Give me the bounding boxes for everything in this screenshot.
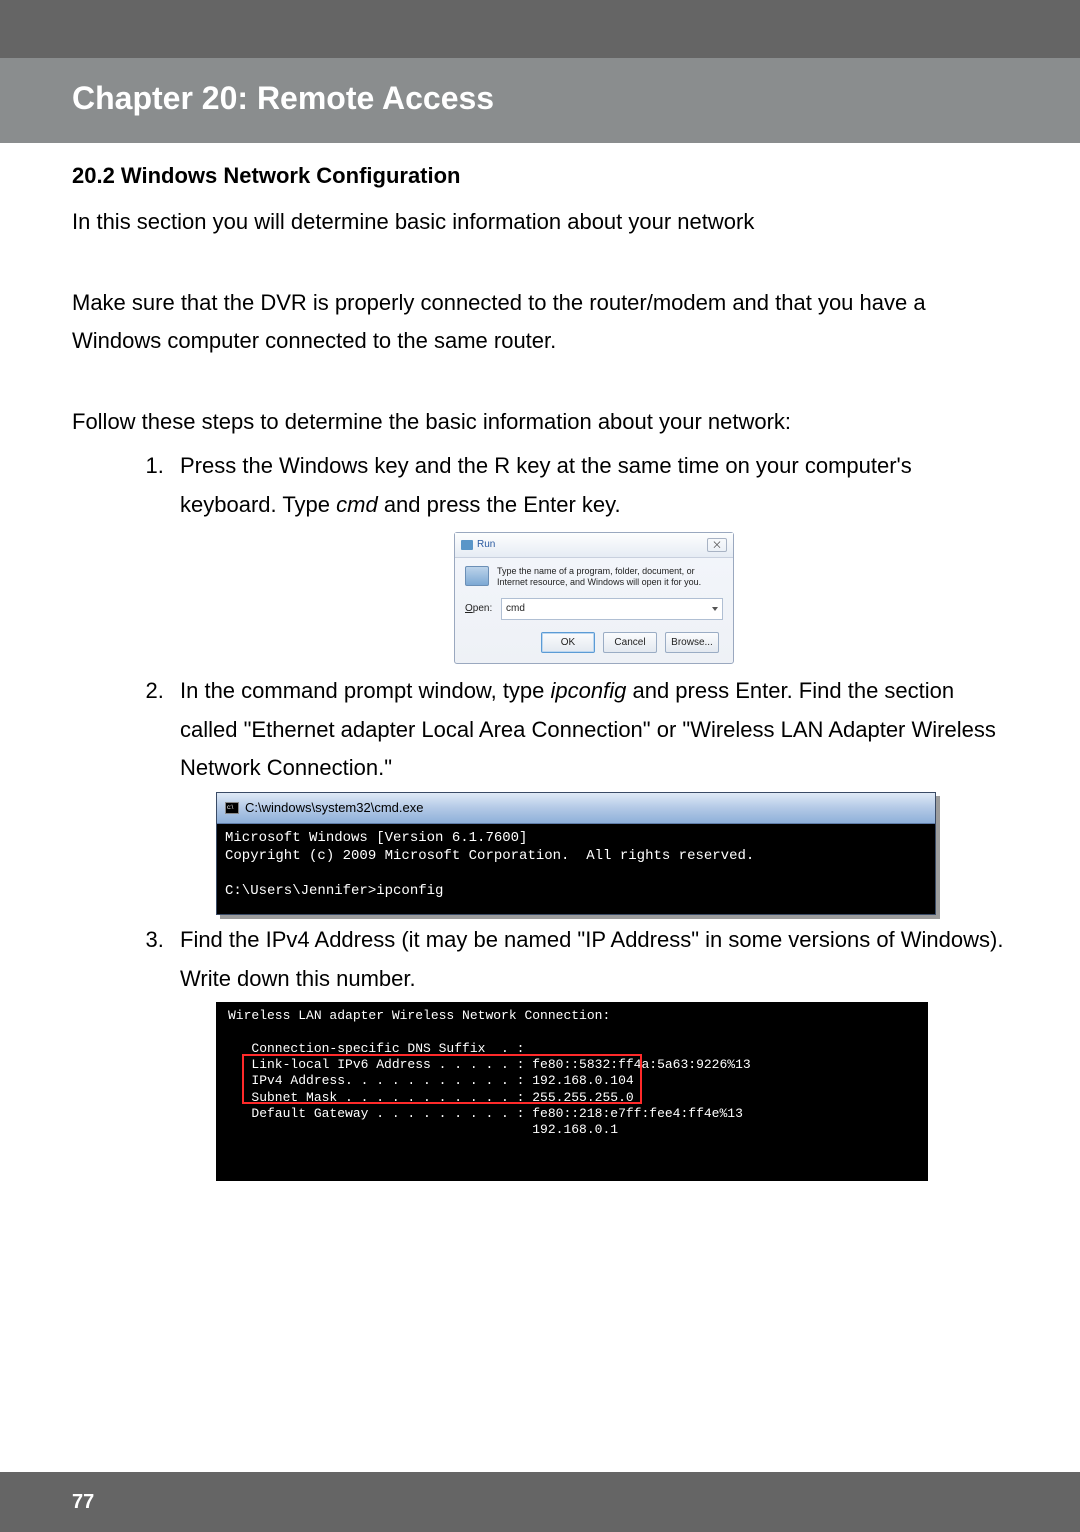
run-titlebar: Run ⨉ xyxy=(455,533,733,558)
intro-paragraph: In this section you will determine basic… xyxy=(72,203,1008,242)
cmd-title-text: C:\windows\system32\cmd.exe xyxy=(245,797,423,820)
open-label: Open: xyxy=(465,600,495,618)
chevron-down-icon xyxy=(712,607,718,611)
cmd2-gw1: Default Gateway . . . . . . . . . : fe80… xyxy=(228,1106,743,1121)
step-3: Find the IPv4 Address (it may be named "… xyxy=(170,921,1008,1181)
ok-button[interactable]: OK xyxy=(541,632,595,654)
step-2-text-a: In the command prompt window, type xyxy=(180,678,551,703)
run-title-icon xyxy=(461,540,473,550)
run-body: Type the name of a program, folder, docu… xyxy=(455,558,733,664)
run-title: Run xyxy=(477,536,707,554)
cmd2-header: Wireless LAN adapter Wireless Network Co… xyxy=(228,1008,610,1023)
chapter-header: Chapter 20: Remote Access xyxy=(0,58,1080,143)
footer-bar: 77 xyxy=(0,1472,1080,1532)
steps-list: Press the Windows key and the R key at t… xyxy=(72,447,1008,1181)
cmd2-dns: Connection-specific DNS Suffix . : xyxy=(228,1041,524,1056)
cmd-window-2: Wireless LAN adapter Wireless Network Co… xyxy=(216,1002,928,1181)
cmd1-line1: Microsoft Windows [Version 6.1.7600] xyxy=(225,830,527,846)
step-3-text: Find the IPv4 Address (it may be named "… xyxy=(180,927,1003,991)
cmd1-line3: C:\Users\Jennifer>ipconfig xyxy=(225,883,443,899)
step-1: Press the Windows key and the R key at t… xyxy=(170,447,1008,664)
run-dialog: Run ⨉ Type the name of a program, folder… xyxy=(454,532,734,664)
cmd2-ipv4: IPv4 Address. . . . . . . . . . . : 192.… xyxy=(228,1073,634,1088)
cancel-button[interactable]: Cancel xyxy=(603,632,657,654)
open-combobox[interactable]: cmd xyxy=(501,598,723,620)
cmd-window-1: C:\windows\system32\cmd.exe Microsoft Wi… xyxy=(216,792,936,916)
step-2: In the command prompt window, type ipcon… xyxy=(170,672,1008,915)
open-value: cmd xyxy=(506,600,525,618)
close-button[interactable]: ⨉ xyxy=(707,538,727,552)
follow-paragraph: Follow these steps to determine the basi… xyxy=(72,403,1008,442)
step-2-cmd: ipconfig xyxy=(551,678,627,703)
cmd2-gw2: 192.168.0.1 xyxy=(228,1122,618,1137)
cmd-titlebar: C:\windows\system32\cmd.exe xyxy=(217,793,935,825)
page-number: 77 xyxy=(72,1491,94,1514)
top-bar xyxy=(0,0,1080,58)
step-1-cmd: cmd xyxy=(336,492,378,517)
section-heading: 20.2 Windows Network Configuration xyxy=(72,163,1008,189)
run-program-icon xyxy=(465,566,489,586)
step-1-text-b: and press the Enter key. xyxy=(378,492,621,517)
cmd2-mask: Subnet Mask . . . . . . . . . . . : 255.… xyxy=(228,1090,634,1105)
cmd-title-icon xyxy=(225,802,239,814)
cmd1-line2: Copyright (c) 2009 Microsoft Corporation… xyxy=(225,848,754,864)
cmd-body-1: Microsoft Windows [Version 6.1.7600] Cop… xyxy=(217,824,935,914)
cmd2-ll: Link-local IPv6 Address . . . . . : fe80… xyxy=(228,1057,751,1072)
content-area: 20.2 Windows Network Configuration In th… xyxy=(0,143,1080,1181)
connect-paragraph: Make sure that the DVR is properly conne… xyxy=(72,284,1008,361)
chapter-title: Chapter 20: Remote Access xyxy=(72,80,1008,117)
run-description: Type the name of a program, folder, docu… xyxy=(497,566,723,589)
browse-button[interactable]: Browse... xyxy=(665,632,719,654)
